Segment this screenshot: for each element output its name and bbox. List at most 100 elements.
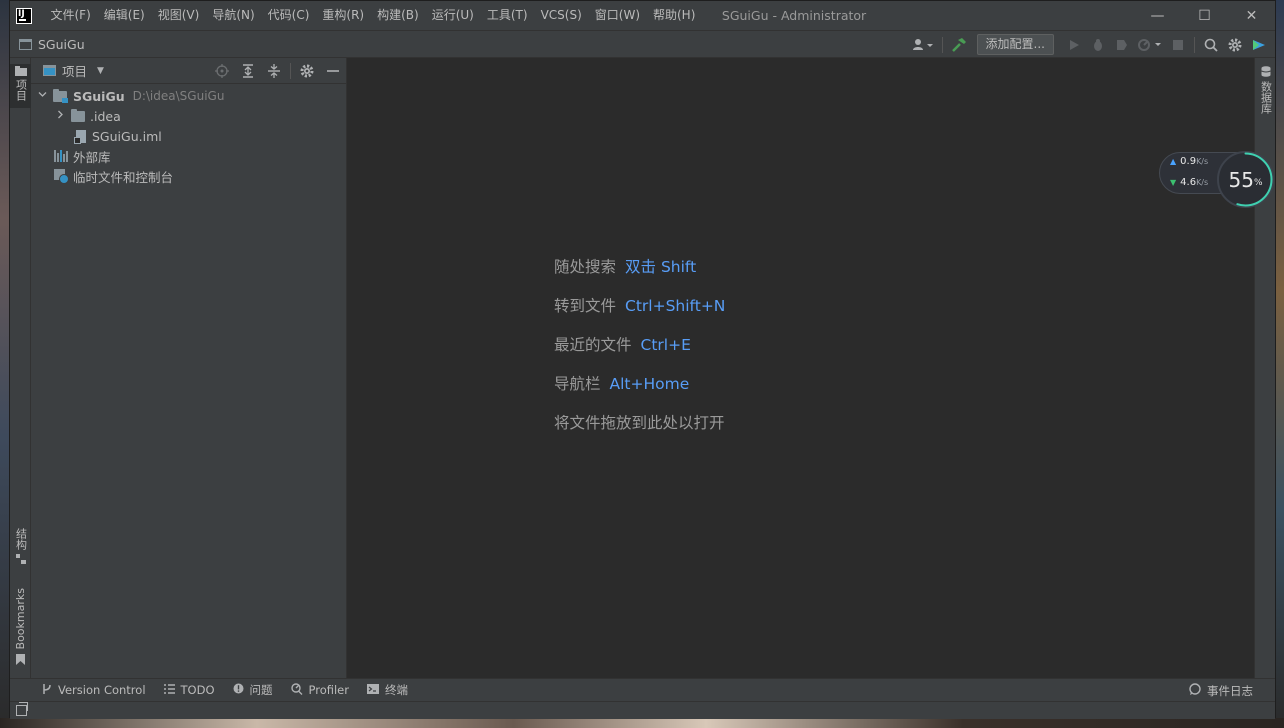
- event-log-icon: [1189, 683, 1201, 698]
- toggle-tool-windows-icon[interactable]: [16, 702, 28, 716]
- main-toolbar: 添加配置...: [908, 31, 1271, 58]
- tree-item-iml-file[interactable]: SGuiGu.iml: [74, 126, 162, 146]
- menu-help[interactable]: 帮助(H): [647, 1, 702, 30]
- editor-area[interactable]: 随处搜索 双击 Shift 转到文件 Ctrl+Shift+N 最近的文件 Ctrl+…: [347, 58, 1255, 678]
- profiler-tab[interactable]: Profiler: [290, 682, 350, 698]
- chevron-right-icon[interactable]: [55, 110, 65, 122]
- settings-icon[interactable]: [1223, 33, 1247, 57]
- search-icon[interactable]: [1199, 33, 1223, 57]
- hint-recent-files: 最近的文件 Ctrl+E: [554, 333, 691, 355]
- hint-label: 将文件拖放到此处以打开: [554, 414, 725, 432]
- close-button[interactable]: ✕: [1228, 1, 1275, 30]
- library-icon: [54, 150, 68, 162]
- event-log-tab[interactable]: 事件日志: [1189, 679, 1253, 702]
- menu-vcs[interactable]: VCS(S): [534, 1, 588, 30]
- database-tool-tab[interactable]: 数据库: [1255, 66, 1276, 120]
- project-module-icon: [19, 38, 32, 50]
- menu-file[interactable]: 文件(F): [44, 1, 97, 30]
- maximize-button[interactable]: ☐: [1181, 1, 1228, 30]
- tree-item-scratches[interactable]: 临时文件和控制台: [54, 166, 173, 186]
- tree-item-label: 临时文件和控制台: [73, 169, 174, 185]
- upload-value: 0.9: [1180, 156, 1197, 167]
- panel-settings-icon[interactable]: [294, 58, 320, 84]
- debug-icon[interactable]: [1086, 33, 1110, 57]
- window-title: SGuiGu - Administrator: [721, 8, 867, 23]
- intellij-logo-icon[interactable]: IJ: [16, 7, 32, 24]
- arrow-up-icon: ▲: [1170, 157, 1177, 166]
- toolbox-icon[interactable]: [1247, 33, 1271, 57]
- project-panel-header: 项目 ▼: [31, 58, 346, 84]
- version-control-label: Version Control: [58, 683, 146, 697]
- tree-item-path-hint: D:\idea\SGuiGu: [132, 89, 225, 103]
- navigation-bar: SGuiGu 添加配置...: [10, 30, 1275, 58]
- title-bar: IJ 文件(F) 编辑(E) 视图(V) 导航(N) 代码(C) 重构(R) 构…: [10, 1, 1275, 30]
- profiler-icon: [290, 682, 303, 698]
- build-hammer-icon[interactable]: [947, 33, 971, 57]
- module-folder-icon: [53, 88, 68, 103]
- structure-tool-tab[interactable]: 结构: [10, 528, 31, 574]
- tree-item-idea-folder[interactable]: .idea: [55, 106, 121, 126]
- database-tab-label: 数据库: [1259, 81, 1273, 114]
- arrow-down-icon: ▼: [1170, 178, 1177, 187]
- terminal-tab[interactable]: 终端: [367, 682, 408, 698]
- project-tool-tab[interactable]: 项目: [10, 64, 31, 108]
- bookmark-icon: [16, 654, 25, 666]
- problems-label: 问题: [249, 683, 273, 697]
- expand-all-icon[interactable]: [235, 58, 261, 84]
- upload-speed: ▲ 0.9K/s: [1170, 156, 1208, 167]
- profile-icon[interactable]: [1134, 33, 1166, 57]
- nav-project-name[interactable]: SGuiGu: [38, 37, 85, 52]
- bottom-tool-bar: Version Control TODO 问题 Profiler 终端 事件日志: [10, 678, 1275, 701]
- panel-tools-separator: [290, 63, 291, 79]
- stop-icon[interactable]: [1166, 33, 1190, 57]
- tree-item-project-root[interactable]: SGuiGu D:\idea\SGuiGu: [37, 86, 224, 106]
- project-view-icon: [43, 65, 56, 76]
- menu-edit[interactable]: 编辑(E): [97, 1, 151, 30]
- menu-view[interactable]: 视图(V): [151, 1, 206, 30]
- add-configuration-button[interactable]: 添加配置...: [976, 34, 1054, 55]
- version-control-tab[interactable]: Version Control: [42, 683, 146, 698]
- chevron-down-icon[interactable]: ▼: [97, 66, 104, 76]
- todo-tab[interactable]: TODO: [163, 683, 215, 697]
- hide-panel-icon[interactable]: [320, 58, 346, 84]
- module-file-icon: [74, 129, 86, 144]
- bookmarks-tool-tab[interactable]: Bookmarks: [10, 588, 31, 670]
- hint-shortcut: 双击 Shift: [625, 258, 697, 276]
- hint-label: 最近的文件: [554, 336, 632, 354]
- hint-drop-files: 将文件拖放到此处以打开: [554, 411, 725, 433]
- profiler-label: Profiler: [308, 683, 350, 697]
- collapse-all-icon[interactable]: [261, 58, 287, 84]
- menu-window[interactable]: 窗口(W): [588, 1, 646, 30]
- menu-run[interactable]: 运行(U): [425, 1, 480, 30]
- user-icon[interactable]: [908, 33, 938, 57]
- branch-icon: [42, 683, 52, 698]
- problems-tab[interactable]: 问题: [233, 682, 273, 698]
- hint-label: 转到文件: [554, 297, 617, 315]
- project-panel: 项目 ▼ SGuiGu D:\idea\SGuiGu .idea SGuiGu.…: [31, 58, 347, 678]
- menu-refactor[interactable]: 重构(R): [316, 1, 371, 30]
- menu-code[interactable]: 代码(C): [261, 1, 316, 30]
- hint-shortcut: Alt+Home: [609, 375, 690, 393]
- structure-icon: [15, 554, 26, 564]
- scratches-icon: [54, 169, 69, 184]
- hint-label: 随处搜索: [554, 258, 617, 276]
- structure-tab-label: 结构: [14, 528, 28, 550]
- hint-shortcut: Ctrl+E: [640, 336, 691, 354]
- network-speed-widget[interactable]: ▲ 0.9K/s ▼ 4.6K/s 55%: [1159, 151, 1274, 208]
- terminal-icon: [367, 683, 379, 697]
- menu-tools[interactable]: 工具(T): [480, 1, 534, 30]
- menu-build[interactable]: 构建(B): [371, 1, 426, 30]
- locate-file-icon[interactable]: [209, 58, 235, 84]
- minimize-button[interactable]: —: [1134, 1, 1181, 30]
- tree-item-external-libraries[interactable]: 外部库: [54, 146, 111, 166]
- hint-label: 导航栏: [554, 375, 601, 393]
- menu-navigate[interactable]: 导航(N): [206, 1, 261, 30]
- project-panel-tools: [209, 58, 346, 84]
- coverage-icon[interactable]: [1110, 33, 1134, 57]
- project-panel-title[interactable]: 项目: [62, 61, 87, 80]
- run-icon[interactable]: [1062, 33, 1086, 57]
- chevron-down-icon[interactable]: [37, 90, 47, 102]
- list-icon: [163, 683, 175, 697]
- hint-goto-file: 转到文件 Ctrl+Shift+N: [554, 294, 725, 316]
- status-bar: [10, 701, 1275, 719]
